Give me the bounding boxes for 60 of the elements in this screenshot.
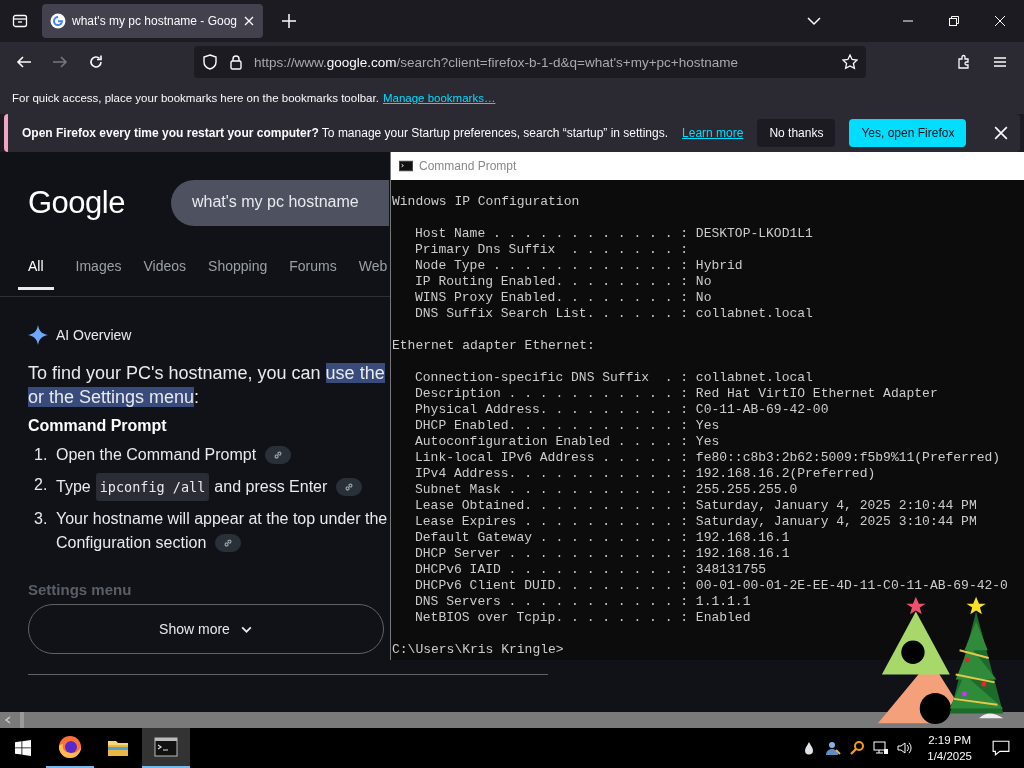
console-line: Subnet Mask . . . . . . . . . . . : 255.255.255.0 [414,482,798,498]
console-line: Link-local IPv6 Address . . . . . : fe80::c8b3:2b62:5009:f5b9%11(Preferred) [414,450,1001,466]
inline-code: ipconfig /all [95,473,210,501]
browser-tab[interactable]: what's my pc hostname - Goog [42,4,263,38]
console-line: Primary Dns Suffix . . . . . . . : [414,242,689,258]
step-text: Configuration section [56,533,207,553]
console-line: DHCPv6 IAID . . . . . . . . . . . : 348131755 [414,562,767,578]
console-line: DNS Suffix Search List. . . . . . : collabnet.local [414,306,813,322]
url-text[interactable]: https://www.google.com/search?client=firefox-b-1-d&q=what's+my+pc+hostname [254,54,738,70]
console-prompt: C:\Users\Kris Kringle> [392,642,564,658]
console-line: Description . . . . . . . . . . . : Red Hat VirtIO Ethernet Adapter [414,386,938,402]
tab-title: what's my pc hostname - Goog [72,14,238,28]
learn-more-link[interactable]: Learn more [682,126,744,140]
step-text: Open the Command Prompt [56,445,257,465]
address-bar[interactable]: https://www.google.com/search?client=firefox-b-1-d&q=what's+my+pc+hostname [194,46,866,78]
google-logo[interactable]: Google [28,185,125,221]
step-number: 2. [34,475,46,495]
search-field[interactable]: what's my pc hostname [170,180,389,226]
show-more-button[interactable]: Show more [28,604,384,654]
console-line: NetBIOS over Tcpip. . . . . . . . : Enabled [414,610,751,626]
console-line: DHCPv6 Client DUID. . . . . . . . : 00-01-00-01-2E-EE-4D-11-C0-11-AB-69-42-0 [414,578,1008,594]
console-line: Node Type . . . . . . . . . . . . : Hybrid [414,258,743,274]
console-line: Lease Expires . . . . . . . . . . : Saturday, January 4, 2025 3:10:44 PM [414,514,977,530]
console-line: IP Routing Enabled. . . . . . . . : No [414,274,712,290]
search-tab[interactable]: All [18,258,54,290]
notification-message: Open Firefox every time you restart your computer? To manage your Startup preferences, search “startup” in settings. [22,126,669,140]
step-text: and press Enter [214,477,328,497]
search-tab[interactable]: Images [75,258,122,290]
console-line: DHCP Server . . . . . . . . . . . : 192.168.16.1 [414,546,790,562]
step-text: Your hostname will appear at the top under the [56,509,388,529]
search-tab[interactable]: Forums [289,258,337,290]
search-tab[interactable]: Videos [143,258,187,290]
search-tab[interactable]: Web [358,258,388,290]
console-line: Connection-specific DNS Suffix . : collabnet.local [414,370,813,386]
faded-heading: Settings menu [28,581,132,598]
bookmarks-hint: For quick access, place your bookmarks here on the bookmarks toolbar. [12,92,379,104]
console-line: DHCP Enabled. . . . . . . . . . . : Yes [414,418,720,434]
console-line: Autoconfiguration Enabled . . . . : Yes [414,434,720,450]
dismiss-button[interactable]: No thanks [757,119,836,147]
console-line: Lease Obtained. . . . . . . . . . : Saturday, January 4, 2025 2:10:44 PM [414,498,977,514]
window-title: Command Prompt [419,159,517,173]
console-line: WINS Proxy Enabled. . . . . . . . : No [414,290,712,306]
ai-overview-label: AI Overview [56,327,132,343]
search-tab[interactable]: Shopping [208,258,268,290]
console-line: Ethernet adapter Ethernet: [392,338,595,354]
step-number: 1. [34,445,46,465]
console-line: Windows IP Configuration [392,194,580,210]
clock-date[interactable]: 1/4/2025 [927,748,972,764]
console-line: DNS Servers . . . . . . . . . . . : 1.1.1.1 [414,594,751,610]
section-heading: Command Prompt [28,417,167,435]
step-text: Type [56,477,91,497]
step-number: 3. [34,509,46,529]
console-line: Default Gateway . . . . . . . . . : 192.168.16.1 [414,530,790,546]
manage-bookmarks-link[interactable]: Manage bookmarks… [382,92,496,104]
console-line: IPv4 Address. . . . . . . . . . . : 192.168.16.2(Preferred) [414,466,876,482]
confirm-button[interactable]: Yes, open Firefox [849,119,967,147]
overview-summary: To find your PC's hostname, you can use the or the Settings menu: [28,362,385,409]
clock-time[interactable]: 2:19 PM [928,732,972,748]
console-line: Host Name . . . . . . . . . . . . : DESKTOP-LKOD1L1 [414,226,813,242]
console-line: Physical Address. . . . . . . . . : C0-11-AB-69-42-00 [414,402,829,418]
